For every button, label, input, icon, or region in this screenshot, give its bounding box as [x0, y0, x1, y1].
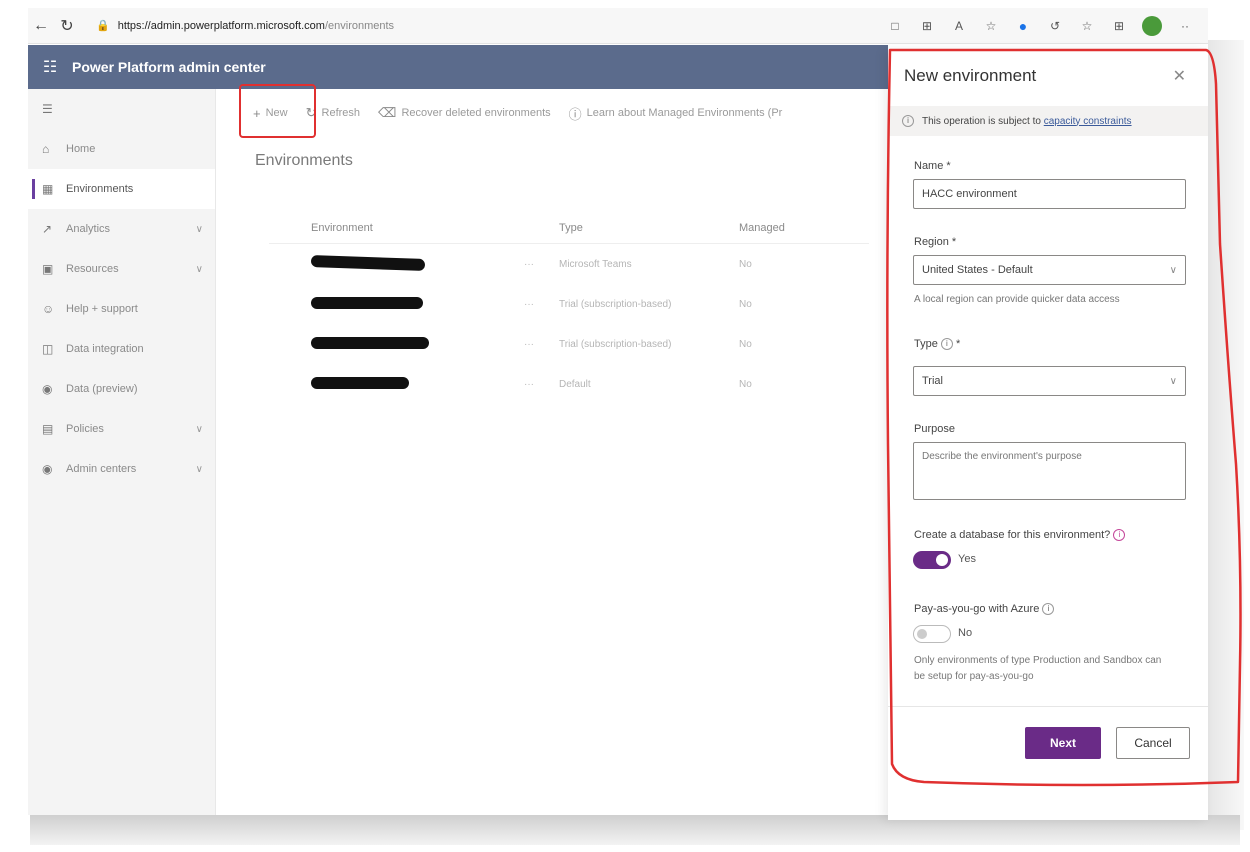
sidebar-item-label: Analytics [66, 223, 111, 235]
sidebar-item-resources[interactable]: ▣ Resources ∨ [28, 249, 215, 289]
main-content: + New ↻ Refresh ⌫ Recover deleted environme… [217, 89, 887, 815]
sidebar-item-label: Home [66, 143, 96, 155]
sidebar-item-label: Policies [66, 423, 104, 435]
recycle-bin-icon: ⌫ [378, 105, 397, 120]
table-row[interactable]: ··· Trial (subscription-based) No [269, 284, 869, 324]
chevron-down-icon: ∨ [195, 423, 203, 435]
app-header: ☷ Power Platform admin center [28, 45, 888, 89]
waffle-icon[interactable]: ☷ [28, 57, 72, 77]
environments-icon: ▦ [42, 182, 54, 196]
learn-label: Learn about Managed Environments (Pr [586, 107, 783, 119]
refresh-label: Refresh [321, 107, 361, 119]
browser-toolbar: ← ↻ 🔒 https://admin.powerplatform.micros… [28, 8, 1208, 44]
table-row[interactable]: ··· Trial (subscription-based) No [269, 324, 869, 364]
sidebar-item-data-preview[interactable]: ◉ Data (preview) [28, 369, 215, 409]
page-title: Environments [255, 152, 353, 169]
recover-label: Recover deleted environments [401, 107, 551, 119]
sidebar-item-admin-centers[interactable]: ◉ Admin centers ∨ [28, 449, 215, 489]
row-managed: No [739, 258, 752, 270]
hamburger-icon: ☰ [42, 102, 53, 116]
column-header-managed[interactable]: Managed [739, 222, 829, 234]
policies-icon: ▤ [42, 422, 54, 436]
more-icon[interactable]: ·· [1176, 17, 1194, 35]
sidebar-item-help[interactable]: ☺ Help + support [28, 289, 215, 329]
row-managed: No [739, 338, 752, 350]
sidebar-item-environments[interactable]: ▦ Environments [28, 169, 215, 209]
app-title[interactable]: Power Platform admin center [72, 59, 266, 75]
command-bar: + New ↻ Refresh ⌫ Recover deleted environme… [217, 89, 887, 137]
table-row[interactable]: ··· Default No [269, 364, 869, 404]
row-managed: No [739, 378, 752, 390]
column-header-environment[interactable]: Environment [269, 222, 499, 234]
chevron-down-icon: ∨ [195, 223, 203, 235]
collections-icon[interactable]: ⊞ [1110, 17, 1128, 35]
row-more-icon[interactable]: ··· [499, 299, 559, 310]
refresh-extension-icon[interactable]: ↺ [1046, 17, 1064, 35]
row-type: Default [559, 378, 591, 390]
favorite-add-icon[interactable]: ☆ [982, 17, 1000, 35]
data-integration-icon: ◫ [42, 342, 54, 356]
screen-icon[interactable]: □ [886, 17, 904, 35]
table-row[interactable]: ··· Microsoft Teams No [269, 244, 869, 284]
sidebar-item-label: Admin centers [66, 463, 137, 475]
profile-avatar[interactable] [1142, 15, 1162, 36]
url-path: /environments [324, 19, 395, 32]
row-type: Trial (subscription-based) [559, 298, 672, 310]
row-more-icon[interactable]: ··· [499, 339, 559, 350]
grid-icon[interactable]: ⊞ [918, 17, 936, 35]
row-type: Microsoft Teams [559, 258, 632, 270]
favorites-icon[interactable]: ☆ [1078, 17, 1096, 35]
address-bar[interactable]: 🔒 https://admin.powerplatform.microsoft.… [96, 14, 736, 38]
back-icon[interactable]: ← [28, 13, 54, 39]
recover-deleted-button[interactable]: ⌫ Recover deleted environments [378, 105, 551, 121]
sidebar-item-home[interactable]: ⌂ Home [28, 129, 215, 169]
sidebar-item-label: Data (preview) [66, 383, 138, 395]
redacted-name [311, 336, 429, 349]
extension-icon[interactable]: ● [1014, 17, 1032, 35]
resources-icon: ▣ [42, 262, 54, 276]
sidebar-item-label: Environments [66, 183, 134, 195]
analytics-icon: ↗ [42, 222, 53, 236]
sidebar-item-label: Resources [66, 263, 119, 275]
chevron-down-icon: ∨ [195, 463, 203, 475]
info-icon: ⓘ [568, 106, 582, 122]
redacted-name [311, 376, 409, 389]
home-icon: ⌂ [42, 142, 50, 156]
row-managed: No [739, 298, 752, 310]
row-more-icon[interactable]: ··· [499, 379, 559, 390]
row-type: Trial (subscription-based) [559, 338, 672, 350]
lock-icon: 🔒 [96, 20, 110, 32]
screenshot-frame: ← ↻ 🔒 https://admin.powerplatform.micros… [0, 0, 1250, 852]
help-icon: ☺ [42, 302, 55, 316]
chevron-down-icon: ∨ [195, 263, 203, 275]
reload-icon[interactable]: ↻ [54, 13, 80, 39]
left-nav: ☰ ⌂ Home ▦ Environments ↗ Analytics ∨ ▣ Resou… [28, 89, 216, 815]
row-more-icon[interactable]: ··· [499, 259, 559, 270]
sidebar-item-analytics[interactable]: ↗ Analytics ∨ [28, 209, 215, 249]
table-header: Environment Type Managed [269, 212, 869, 244]
annotation-highlight [239, 84, 316, 138]
sidebar-item-policies[interactable]: ▤ Policies ∨ [28, 409, 215, 449]
sidebar-item-label: Help + support [66, 303, 138, 315]
read-aloud-icon[interactable]: A [950, 17, 968, 35]
url-host: https://admin.powerplatform.microsoft.co… [117, 19, 325, 32]
admin-centers-icon: ◉ [42, 462, 53, 476]
redacted-name [310, 254, 426, 271]
data-icon: ◉ [42, 382, 53, 396]
sidebar-item-label: Data integration [66, 343, 144, 355]
nav-collapse-button[interactable]: ☰ [28, 89, 215, 129]
column-header-type[interactable]: Type [559, 222, 739, 234]
redacted-name [311, 296, 423, 309]
environments-table: Environment Type Managed ··· Microsoft T… [269, 212, 869, 404]
learn-managed-link[interactable]: ⓘ Learn about Managed Environments (Pr [569, 104, 783, 123]
sidebar-item-data-integration[interactable]: ◫ Data integration [28, 329, 215, 369]
annotation-outline [886, 48, 1242, 787]
